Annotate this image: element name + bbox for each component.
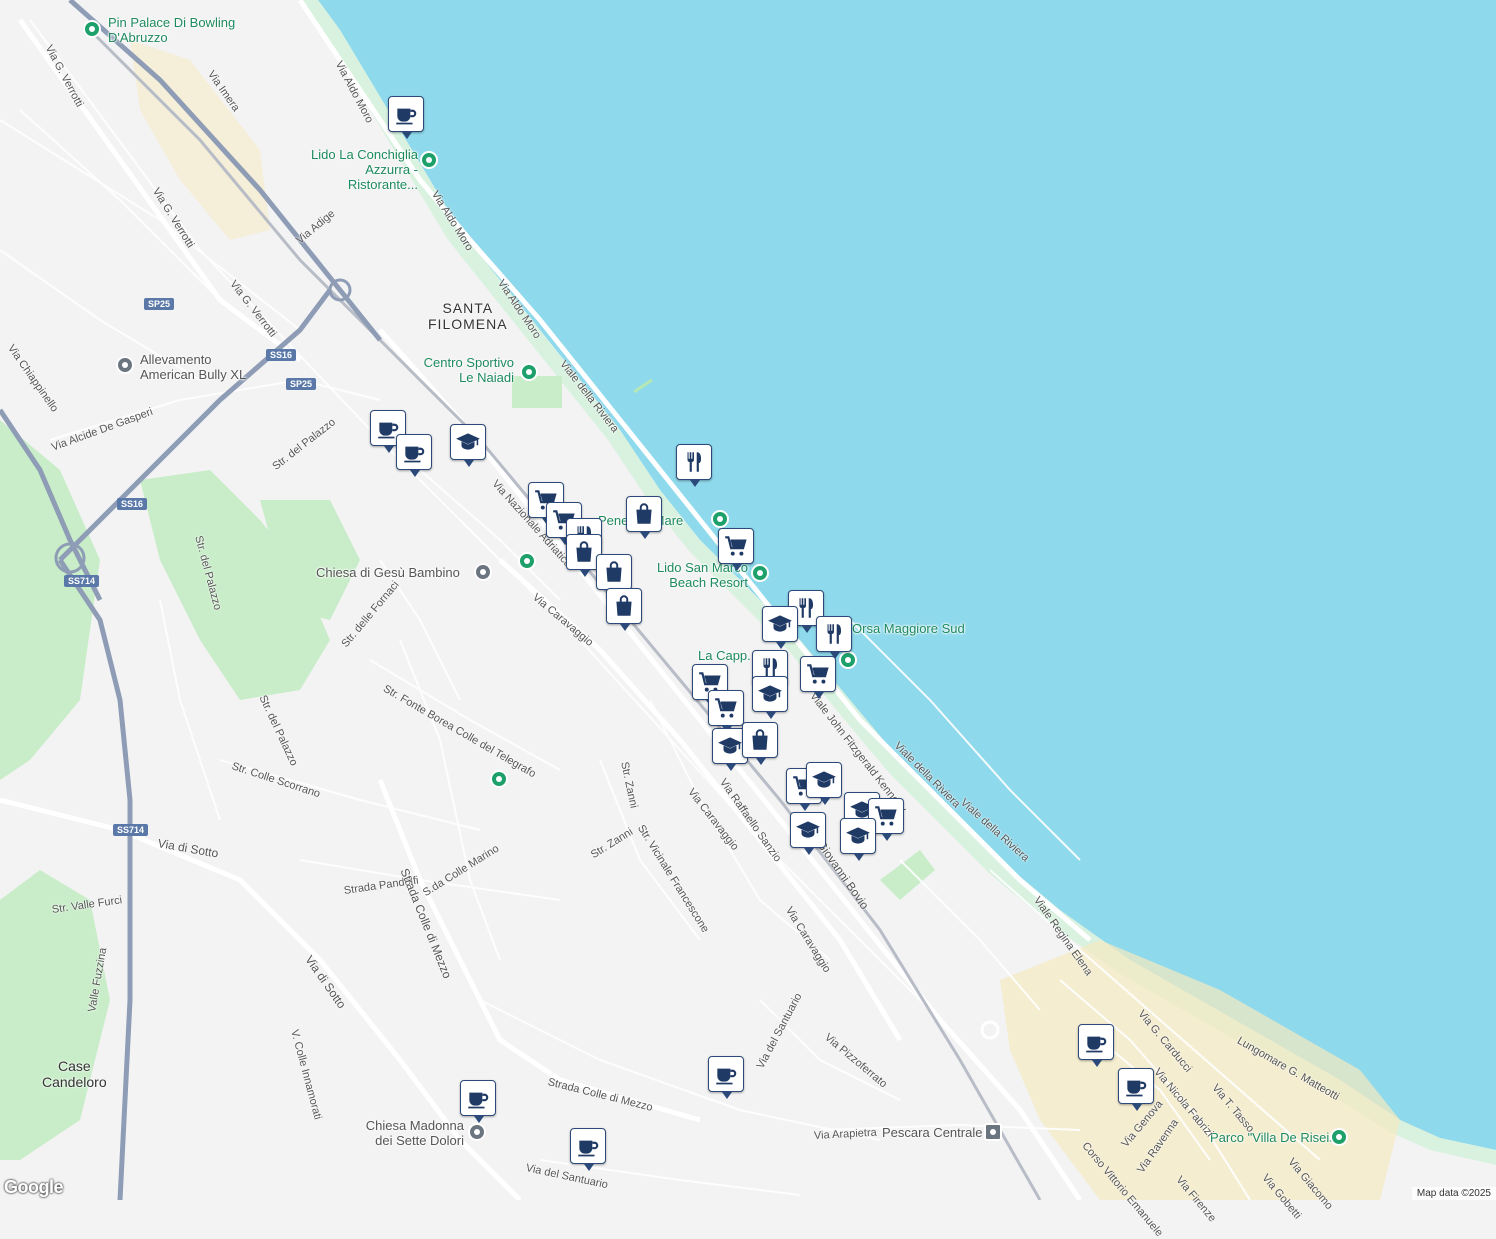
school-icon bbox=[717, 733, 743, 759]
place-case-candeloro: Case Candeloro bbox=[42, 1058, 107, 1090]
map-marker-coffee[interactable] bbox=[570, 1128, 606, 1171]
map-marker-school[interactable] bbox=[450, 424, 486, 467]
map-marker-coffee[interactable] bbox=[388, 96, 424, 139]
map-marker-restaurant[interactable] bbox=[816, 616, 852, 659]
map-marker-school[interactable] bbox=[790, 812, 826, 855]
map-marker-school[interactable] bbox=[840, 818, 876, 861]
restaurant-icon bbox=[821, 621, 847, 647]
shopping-bag-icon bbox=[747, 727, 773, 753]
shopping-bag-icon bbox=[601, 559, 627, 585]
map-marker-restaurant[interactable] bbox=[676, 444, 712, 487]
poi-label-naiadi[interactable]: Centro Sportivo Le Naiadi bbox=[418, 355, 514, 385]
poi-dot-lido-san-marco[interactable] bbox=[751, 564, 769, 582]
poi-label-pescara-centrale[interactable]: Pescara Centrale bbox=[882, 1125, 982, 1140]
school-icon bbox=[795, 817, 821, 843]
school-icon bbox=[757, 681, 783, 707]
cart-icon bbox=[723, 533, 749, 559]
map-marker-cart[interactable] bbox=[800, 656, 836, 699]
map-marker-cart[interactable] bbox=[718, 528, 754, 571]
map-marker-coffee[interactable] bbox=[1118, 1068, 1154, 1111]
map-marker-coffee[interactable] bbox=[460, 1080, 496, 1123]
school-icon bbox=[811, 767, 837, 793]
poi-label-conchiglia[interactable]: Lido La Conchiglia Azzurra - Ristorante.… bbox=[300, 147, 418, 192]
road-shield: SS16 bbox=[266, 349, 297, 361]
coffee-icon bbox=[465, 1085, 491, 1111]
road-shield: SP25 bbox=[286, 378, 317, 390]
map-marker-school[interactable] bbox=[752, 676, 788, 719]
poi-dot-bowling[interactable] bbox=[83, 20, 101, 38]
map-attribution[interactable]: Map data ©2025 bbox=[1411, 1187, 1496, 1200]
map-marker-shopping-bag[interactable] bbox=[742, 722, 778, 765]
poi-label-allevamento[interactable]: Allevamento American Bully XL bbox=[140, 352, 260, 382]
poi-dot-chiesa-area[interactable] bbox=[518, 552, 536, 570]
road-shield: SS714 bbox=[113, 824, 149, 836]
cart-icon bbox=[713, 695, 739, 721]
school-icon bbox=[767, 611, 793, 637]
map-marker-cart[interactable] bbox=[708, 690, 744, 733]
map-marker-shopping-bag[interactable] bbox=[626, 496, 662, 539]
coffee-icon bbox=[1123, 1073, 1149, 1099]
poi-label-orsa-maggiore[interactable]: Orsa Maggiore Sud bbox=[852, 621, 965, 636]
poi-dot-allevamento[interactable] bbox=[116, 356, 134, 374]
poi-label-la-capp[interactable]: La Capp... bbox=[698, 648, 758, 663]
map-marker-shopping-bag[interactable] bbox=[606, 588, 642, 631]
cart-icon bbox=[805, 661, 831, 687]
coffee-icon bbox=[393, 101, 419, 127]
google-logo: Google bbox=[4, 1177, 64, 1197]
poi-dot-chiesa-gesu[interactable] bbox=[474, 563, 492, 581]
coffee-icon bbox=[713, 1061, 739, 1087]
map-marker-coffee[interactable] bbox=[1078, 1024, 1114, 1067]
shopping-bag-icon bbox=[571, 539, 597, 565]
school-icon bbox=[455, 429, 481, 455]
coffee-icon bbox=[575, 1133, 601, 1159]
map-marker-shopping-bag[interactable] bbox=[596, 554, 632, 597]
poi-dot-chiesa-madonna[interactable] bbox=[468, 1123, 486, 1141]
coffee-icon bbox=[1083, 1029, 1109, 1055]
coffee-icon bbox=[401, 439, 427, 465]
school-icon bbox=[845, 823, 871, 849]
poi-dot-pescara-centrale[interactable] bbox=[984, 1123, 1002, 1141]
cart-icon bbox=[873, 803, 899, 829]
road-shield: SP25 bbox=[144, 298, 175, 310]
poi-dot-conchiglia[interactable] bbox=[420, 151, 438, 169]
poi-label-chiesa-gesu[interactable]: Chiesa di Gesù Bambino bbox=[316, 565, 460, 580]
poi-dot-pene-a-mare[interactable] bbox=[711, 510, 729, 528]
restaurant-icon bbox=[681, 449, 707, 475]
poi-dot-orsa-maggiore[interactable] bbox=[839, 651, 857, 669]
map-canvas[interactable] bbox=[0, 0, 1496, 1200]
place-santa-filomena: SANTA FILOMENA bbox=[428, 300, 508, 332]
park-tree-icon[interactable] bbox=[490, 770, 508, 788]
poi-dot-naiadi[interactable] bbox=[520, 363, 538, 381]
map-marker-coffee[interactable] bbox=[396, 434, 432, 477]
map-marker-coffee[interactable] bbox=[708, 1056, 744, 1099]
poi-label-chiesa-madonna[interactable]: Chiesa Madonna dei Sette Dolori bbox=[352, 1118, 464, 1148]
road-shield: SS714 bbox=[64, 575, 100, 587]
map-marker-school[interactable] bbox=[806, 762, 842, 805]
shopping-bag-icon bbox=[631, 501, 657, 527]
poi-dot-villa-de-riseis[interactable] bbox=[1330, 1128, 1348, 1146]
shopping-bag-icon bbox=[611, 593, 637, 619]
map-marker-school[interactable] bbox=[762, 606, 798, 649]
poi-label-bowling[interactable]: Pin Palace Di Bowling D'Abruzzo bbox=[108, 15, 238, 45]
poi-label-villa-de-riseis[interactable]: Parco "Villa De Riseis" bbox=[1210, 1130, 1340, 1145]
road-shield: SS16 bbox=[117, 498, 148, 510]
